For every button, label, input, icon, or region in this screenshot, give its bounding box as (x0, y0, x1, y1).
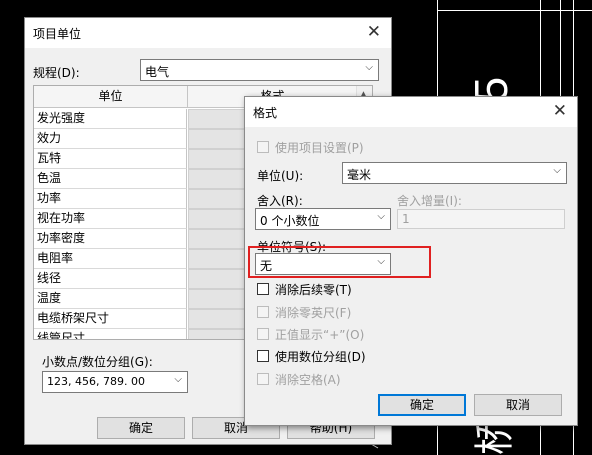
rounding-increment-label: 舍入增量(I): (397, 194, 462, 208)
project-units-titlebar[interactable]: 项目单位 ✕ (25, 18, 391, 48)
format-dialog-title: 格式 (253, 106, 278, 120)
highlight-box (248, 246, 431, 278)
unit-name-cell: 线径 (34, 269, 187, 289)
format-dialog: 格式 ✕ 使用项目设置(P) 单位(U): 毫米 ⌵ 舍入(R): 舍入增量(I… (244, 96, 578, 426)
suppress-zero-feet-label: 消除零英尺(F) (275, 306, 352, 320)
chevron-down-icon: ⌵ (365, 62, 373, 73)
use-project-settings-label: 使用项目设置(P) (275, 141, 364, 155)
close-icon[interactable]: ✕ (553, 100, 567, 122)
discipline-label: 规程(D): (33, 66, 80, 80)
rounding-increment-field[interactable]: 1 (397, 209, 565, 229)
discipline-value: 电气 (145, 65, 170, 79)
unit-name-cell: 温度 (34, 289, 187, 309)
unit-name-cell: 电缆桥架尺寸 (34, 309, 187, 329)
units-select[interactable]: 毫米 ⌵ (342, 162, 567, 184)
decimal-grouping-value: 123, 456, 789. 00 (47, 375, 145, 388)
units-label: 单位(U): (257, 169, 304, 183)
dialog-title: 项目单位 (33, 27, 82, 41)
use-project-settings-checkbox[interactable] (257, 141, 269, 153)
suppress-trailing-zeros-checkbox[interactable] (257, 283, 269, 295)
format-cancel-button[interactable]: 取消 (474, 394, 562, 416)
rounding-increment-value: 1 (402, 212, 410, 226)
suppress-spaces-label: 消除空格(A) (275, 373, 341, 387)
unit-name-cell: 线管尺寸 (34, 329, 187, 339)
unit-name-cell: 瓦特 (34, 149, 187, 169)
suppress-zero-feet-checkbox[interactable] (257, 306, 269, 318)
unit-name-cell: 视在功率 (34, 209, 187, 229)
unit-name-cell: 效力 (34, 129, 187, 149)
decimal-grouping-label: 小数点/数位分组(G): (42, 355, 153, 369)
show-plus-label: 正值显示“+”(O) (275, 328, 365, 342)
suppress-spaces-checkbox[interactable] (257, 373, 269, 385)
chevron-down-icon: ⌵ (377, 211, 385, 222)
cad-line (437, 10, 592, 11)
discipline-select[interactable]: 电气 ⌵ (140, 59, 379, 81)
column-header-unit[interactable]: 单位 (34, 86, 188, 108)
suppress-trailing-zeros-label: 消除后续零(T) (275, 283, 352, 297)
rounding-select[interactable]: 0 个小数位 ⌵ (255, 208, 391, 230)
project-units-ok-button[interactable]: 确定 (97, 417, 185, 439)
close-icon[interactable]: ✕ (367, 21, 381, 43)
show-plus-checkbox[interactable] (257, 328, 269, 340)
digit-grouping-checkbox[interactable] (257, 350, 269, 362)
unit-name-cell: 色温 (34, 169, 187, 189)
chevron-down-icon: ⌵ (553, 165, 561, 176)
unit-name-cell: 电阻率 (34, 249, 187, 269)
format-ok-button[interactable]: 确定 (378, 394, 466, 416)
rounding-label: 舍入(R): (257, 194, 303, 208)
unit-name-cell: 发光强度 (34, 109, 187, 129)
unit-name-cell: 功率 (34, 189, 187, 209)
chevron-down-icon: ⌵ (174, 374, 182, 385)
format-titlebar[interactable]: 格式 ✕ (245, 97, 577, 127)
units-value: 毫米 (347, 168, 372, 182)
decimal-grouping-select[interactable]: 123, 456, 789. 00 ⌵ (42, 371, 188, 393)
unit-name-cell: 功率密度 (34, 229, 187, 249)
rounding-value: 0 个小数位 (260, 214, 320, 228)
digit-grouping-label: 使用数位分组(D) (275, 350, 366, 364)
